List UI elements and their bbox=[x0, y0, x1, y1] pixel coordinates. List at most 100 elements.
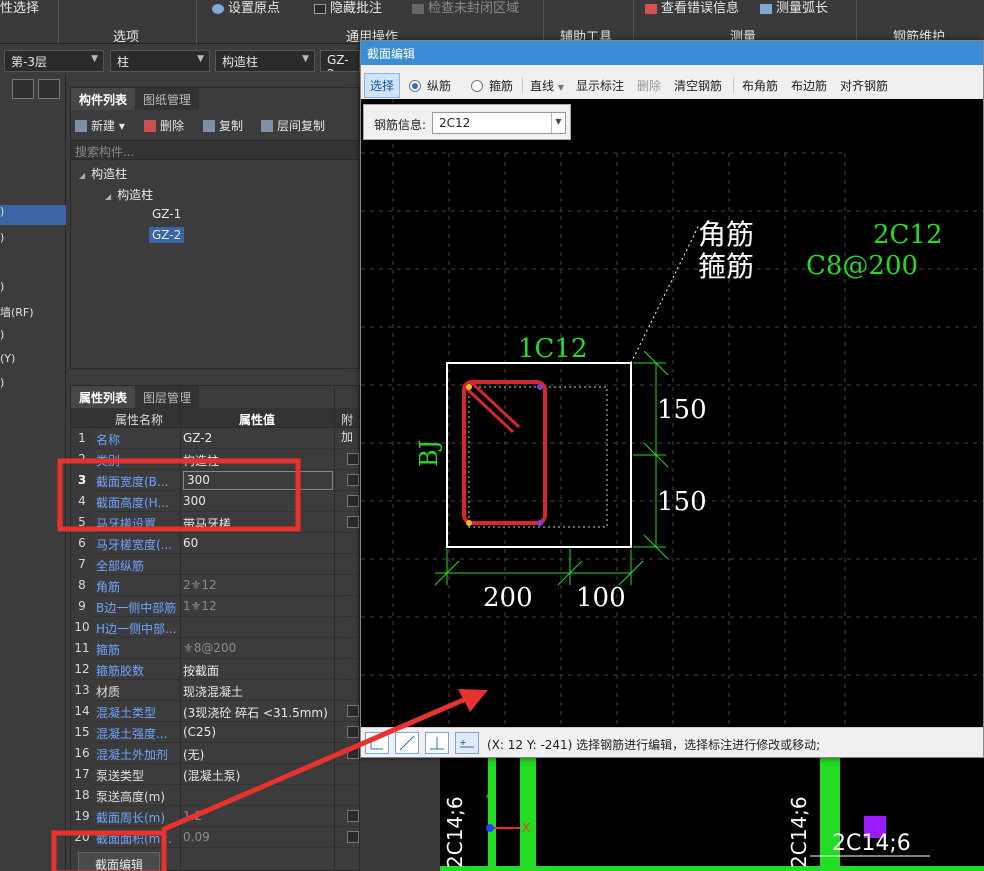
tab-drawing-manage[interactable]: 图纸管理 bbox=[135, 88, 200, 110]
component-search-input[interactable]: 搜索构件... bbox=[71, 140, 361, 160]
property-value[interactable]: 60 bbox=[183, 536, 333, 550]
add-point-icon[interactable] bbox=[455, 732, 479, 754]
tab-property-list[interactable]: 属性列表 bbox=[71, 386, 136, 408]
attach-checkbox[interactable] bbox=[347, 516, 359, 528]
background-drawing[interactable]: X A 2C14;6 2C14;6 2C14;6 bbox=[440, 758, 984, 871]
show-dim-button[interactable]: 显示标注 bbox=[576, 77, 624, 94]
align-rebar-button[interactable]: 对齐钢筋 bbox=[840, 77, 888, 94]
nav-item[interactable]: ) bbox=[0, 328, 66, 348]
property-value[interactable]: ⚜8@200 bbox=[183, 641, 333, 655]
rebar-edge-top[interactable] bbox=[537, 384, 543, 390]
property-row[interactable]: 20 截面面积(m... 0.09 bbox=[71, 827, 359, 848]
edge-rebar-button[interactable]: 布边筋 bbox=[791, 77, 827, 94]
property-value[interactable]: (3现浇砼 碎石 <31.5mm) bbox=[183, 704, 333, 721]
attach-checkbox[interactable] bbox=[347, 453, 359, 465]
property-row[interactable]: 3 截面宽度(B... 300 bbox=[71, 470, 359, 491]
property-value[interactable]: 300 bbox=[183, 471, 333, 490]
property-row[interactable]: 8 角筋 2⚜12 bbox=[71, 575, 359, 596]
copy-button[interactable]: 复制 bbox=[203, 117, 243, 134]
subtype-combo[interactable]: 构造柱 ▼ bbox=[215, 50, 315, 72]
tree-child[interactable]: ◢ 构造柱 bbox=[105, 186, 153, 203]
property-row[interactable]: 16 混凝土外加剂 (无) bbox=[71, 743, 359, 764]
tab-layer-manage[interactable]: 图层管理 bbox=[135, 386, 200, 408]
property-row[interactable]: 17 泵送类型 (混凝土泵) bbox=[71, 764, 359, 785]
property-value[interactable]: (混凝土泵) bbox=[183, 767, 333, 784]
attach-checkbox[interactable] bbox=[347, 810, 359, 822]
label-side[interactable]: BJ bbox=[415, 440, 443, 467]
nav-item[interactable]: (Y) bbox=[0, 352, 66, 372]
attach-checkbox[interactable] bbox=[347, 747, 359, 759]
property-row[interactable]: 7 全部纵筋 bbox=[71, 554, 359, 575]
tab-component-list[interactable]: 构件列表 bbox=[71, 88, 136, 110]
nav-item[interactable]: ) bbox=[0, 205, 66, 225]
delete-rebar-button[interactable]: 删除 bbox=[637, 77, 661, 94]
list-view-icon[interactable] bbox=[12, 79, 34, 99]
property-value[interactable]: 构造柱 bbox=[183, 452, 333, 469]
property-row[interactable]: 11 箍筋 ⚜8@200 bbox=[71, 638, 359, 659]
stirrup-radio[interactable]: 箍筋 bbox=[471, 77, 513, 94]
angle-snap-icon[interactable] bbox=[395, 732, 419, 754]
dim-bottom-1[interactable]: 200 bbox=[483, 583, 533, 613]
attach-checkbox[interactable] bbox=[347, 474, 359, 486]
property-row[interactable]: 10 H边一侧中部... bbox=[71, 617, 359, 638]
dim-right-1[interactable]: 150 bbox=[657, 395, 707, 425]
attach-checkbox[interactable] bbox=[347, 495, 359, 507]
floor-copy-button[interactable]: 层间复制 bbox=[261, 117, 325, 134]
property-row[interactable]: 12 箍筋胶数 按截面 bbox=[71, 659, 359, 680]
select-button[interactable]: 选择 bbox=[364, 73, 401, 98]
property-row[interactable]: 13 材质 现浇混凝土 bbox=[71, 680, 359, 701]
hide-annotation-button[interactable]: 隐藏批注 bbox=[314, 0, 382, 16]
property-row[interactable]: 4 截面高度(H... 300 bbox=[71, 491, 359, 512]
corner-rebar-button[interactable]: 布角筋 bbox=[742, 77, 778, 94]
nav-item[interactable]: ) bbox=[0, 280, 66, 300]
tree-root[interactable]: ◢ 构造柱 bbox=[79, 165, 127, 182]
grid-view-icon[interactable] bbox=[38, 79, 60, 99]
property-row[interactable]: 6 马牙槎宽度(... 60 bbox=[71, 533, 359, 554]
view-errors-button[interactable]: 查看错误信息 bbox=[645, 0, 739, 16]
dialog-title[interactable]: 截面编辑 bbox=[361, 41, 983, 65]
property-row[interactable]: 14 混凝土类型 (3现浇砼 碎石 <31.5mm) bbox=[71, 701, 359, 722]
property-row[interactable]: 18 泵送高度(m) bbox=[71, 785, 359, 806]
property-value[interactable]: 2⚜12 bbox=[183, 578, 333, 592]
attach-checkbox[interactable] bbox=[347, 705, 359, 717]
label-top-rebar[interactable]: 1C12 bbox=[518, 334, 588, 364]
set-origin-button[interactable]: 设置原点 bbox=[212, 0, 280, 16]
property-row[interactable]: 9 B边一侧中部筋 1⚜12 bbox=[71, 596, 359, 617]
property-row[interactable]: 15 混凝土强度... (C25) bbox=[71, 722, 359, 743]
dim-bottom-2[interactable]: 100 bbox=[576, 583, 626, 613]
section-edit-button[interactable]: 截面编辑 bbox=[78, 852, 160, 871]
dim-right-2[interactable]: 150 bbox=[657, 487, 707, 517]
property-value[interactable]: 1.2 bbox=[183, 809, 333, 823]
new-button[interactable]: 新建 ▾ bbox=[75, 117, 125, 134]
perpendicular-icon[interactable] bbox=[425, 732, 449, 754]
clear-rebar-button[interactable]: 清空钢筋 bbox=[674, 77, 722, 94]
property-value[interactable]: 1⚜12 bbox=[183, 599, 333, 613]
property-value[interactable]: 带马牙槎 bbox=[183, 515, 333, 532]
component-combo[interactable]: GZ-2 bbox=[320, 50, 360, 72]
label-corner-val[interactable]: 2C12 bbox=[873, 220, 943, 250]
label-stirrup[interactable]: 箍筋 bbox=[698, 250, 754, 283]
ortho-icon[interactable] bbox=[365, 732, 389, 754]
line-button[interactable]: 直线 ▼ bbox=[530, 77, 564, 94]
property-value[interactable]: 0.09 bbox=[183, 830, 333, 844]
property-value[interactable]: 按截面 bbox=[183, 662, 333, 679]
property-value[interactable]: 现浇混凝土 bbox=[183, 683, 333, 700]
rebar-corner-tl[interactable] bbox=[466, 384, 472, 390]
property-row[interactable]: 1 名称 GZ-2 bbox=[71, 428, 359, 449]
longitudinal-radio[interactable]: 纵筋 bbox=[409, 77, 451, 94]
rebar-info-input[interactable]: 2C12 ▼ bbox=[432, 112, 566, 134]
property-row[interactable]: 2 类别 构造柱 bbox=[71, 449, 359, 470]
attach-checkbox[interactable] bbox=[347, 831, 359, 843]
label-stirrup-val[interactable]: C8@200 bbox=[806, 251, 918, 281]
property-row[interactable]: 5 马牙槎设置 带马牙槎 bbox=[71, 512, 359, 533]
tree-item-gz1[interactable]: GZ-1 bbox=[152, 207, 181, 221]
tree-item-gz2[interactable]: GZ-2 bbox=[149, 227, 185, 243]
delete-button[interactable]: 删除 bbox=[144, 117, 184, 134]
attach-checkbox[interactable] bbox=[347, 726, 359, 738]
property-value[interactable]: (无) bbox=[183, 746, 333, 763]
property-value[interactable]: 300 bbox=[183, 494, 333, 508]
type-combo[interactable]: 柱 ▼ bbox=[110, 50, 210, 72]
floor-combo[interactable]: 第-3层 ▼ bbox=[4, 50, 104, 72]
section-canvas[interactable]: 角筋 箍筋 2C12 C8@200 1C12 BJ 150 150 200 10… bbox=[361, 99, 983, 727]
chevron-down-icon[interactable]: ▼ bbox=[551, 113, 565, 133]
